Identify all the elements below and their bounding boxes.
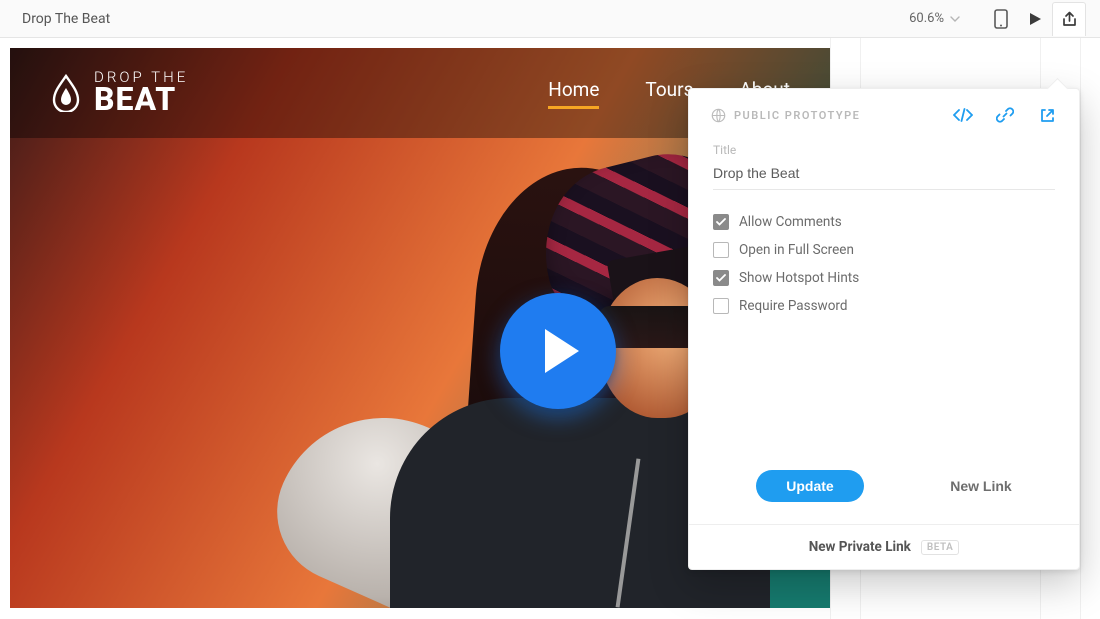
option-hotspot-hints[interactable]: Show Hotspot Hints bbox=[713, 264, 1055, 292]
top-toolbar: Drop The Beat 60.6% bbox=[0, 0, 1100, 38]
globe-icon bbox=[711, 108, 726, 123]
checkbox-icon bbox=[713, 214, 729, 230]
nav-item-tours[interactable]: Tours bbox=[645, 78, 693, 109]
copy-link-icon[interactable] bbox=[995, 105, 1015, 125]
chevron-down-icon bbox=[950, 16, 960, 22]
share-popover: PUBLIC PROTOTYPE Title bbox=[688, 88, 1080, 570]
zoom-value: 60.6% bbox=[909, 11, 944, 26]
prototype-visibility[interactable]: PUBLIC PROTOTYPE bbox=[711, 108, 860, 123]
embed-code-icon[interactable] bbox=[953, 105, 973, 125]
option-require-password[interactable]: Require Password bbox=[713, 292, 1055, 320]
option-open-fullscreen[interactable]: Open in Full Screen bbox=[713, 236, 1055, 264]
prototype-visibility-label: PUBLIC PROTOTYPE bbox=[734, 109, 860, 122]
private-link-label: New Private Link bbox=[809, 539, 911, 555]
popover-footer[interactable]: New Private Link BETA bbox=[689, 524, 1079, 569]
open-external-icon[interactable] bbox=[1037, 105, 1057, 125]
app-root: Drop The Beat 60.6% bbox=[0, 0, 1100, 619]
device-mobile-icon[interactable] bbox=[984, 2, 1018, 36]
popover-header: PUBLIC PROTOTYPE bbox=[689, 89, 1079, 139]
option-label: Open in Full Screen bbox=[739, 242, 854, 258]
site-logo[interactable]: DROP THE BEAT bbox=[50, 71, 188, 114]
title-input[interactable] bbox=[713, 161, 1055, 190]
logo-text-bottom: BEAT bbox=[94, 85, 188, 114]
option-label: Allow Comments bbox=[739, 214, 842, 230]
new-link-button[interactable]: New Link bbox=[950, 478, 1011, 494]
canvas: DROP THE BEAT Home Tours About PUBLIC bbox=[10, 38, 1100, 619]
flame-drop-icon bbox=[50, 73, 82, 113]
option-allow-comments[interactable]: Allow Comments bbox=[713, 208, 1055, 236]
nav-item-home[interactable]: Home bbox=[548, 78, 599, 109]
share-icon[interactable] bbox=[1052, 2, 1086, 36]
title-field-label: Title bbox=[713, 143, 1055, 157]
checkbox-icon bbox=[713, 242, 729, 258]
popover-body: Title Allow Comments Open in Full Screen… bbox=[689, 139, 1079, 524]
play-preview-icon[interactable] bbox=[1018, 2, 1052, 36]
video-play-button[interactable] bbox=[500, 293, 616, 409]
checkbox-icon bbox=[713, 270, 729, 286]
beta-badge: BETA bbox=[921, 540, 959, 555]
document-title: Drop The Beat bbox=[22, 11, 110, 27]
option-label: Show Hotspot Hints bbox=[739, 270, 859, 286]
popover-actions: Update New Link bbox=[713, 320, 1055, 524]
option-label: Require Password bbox=[739, 298, 847, 314]
play-icon bbox=[545, 329, 579, 373]
update-button[interactable]: Update bbox=[756, 470, 863, 502]
zoom-selector[interactable]: 60.6% bbox=[903, 8, 966, 29]
checkbox-icon bbox=[713, 298, 729, 314]
